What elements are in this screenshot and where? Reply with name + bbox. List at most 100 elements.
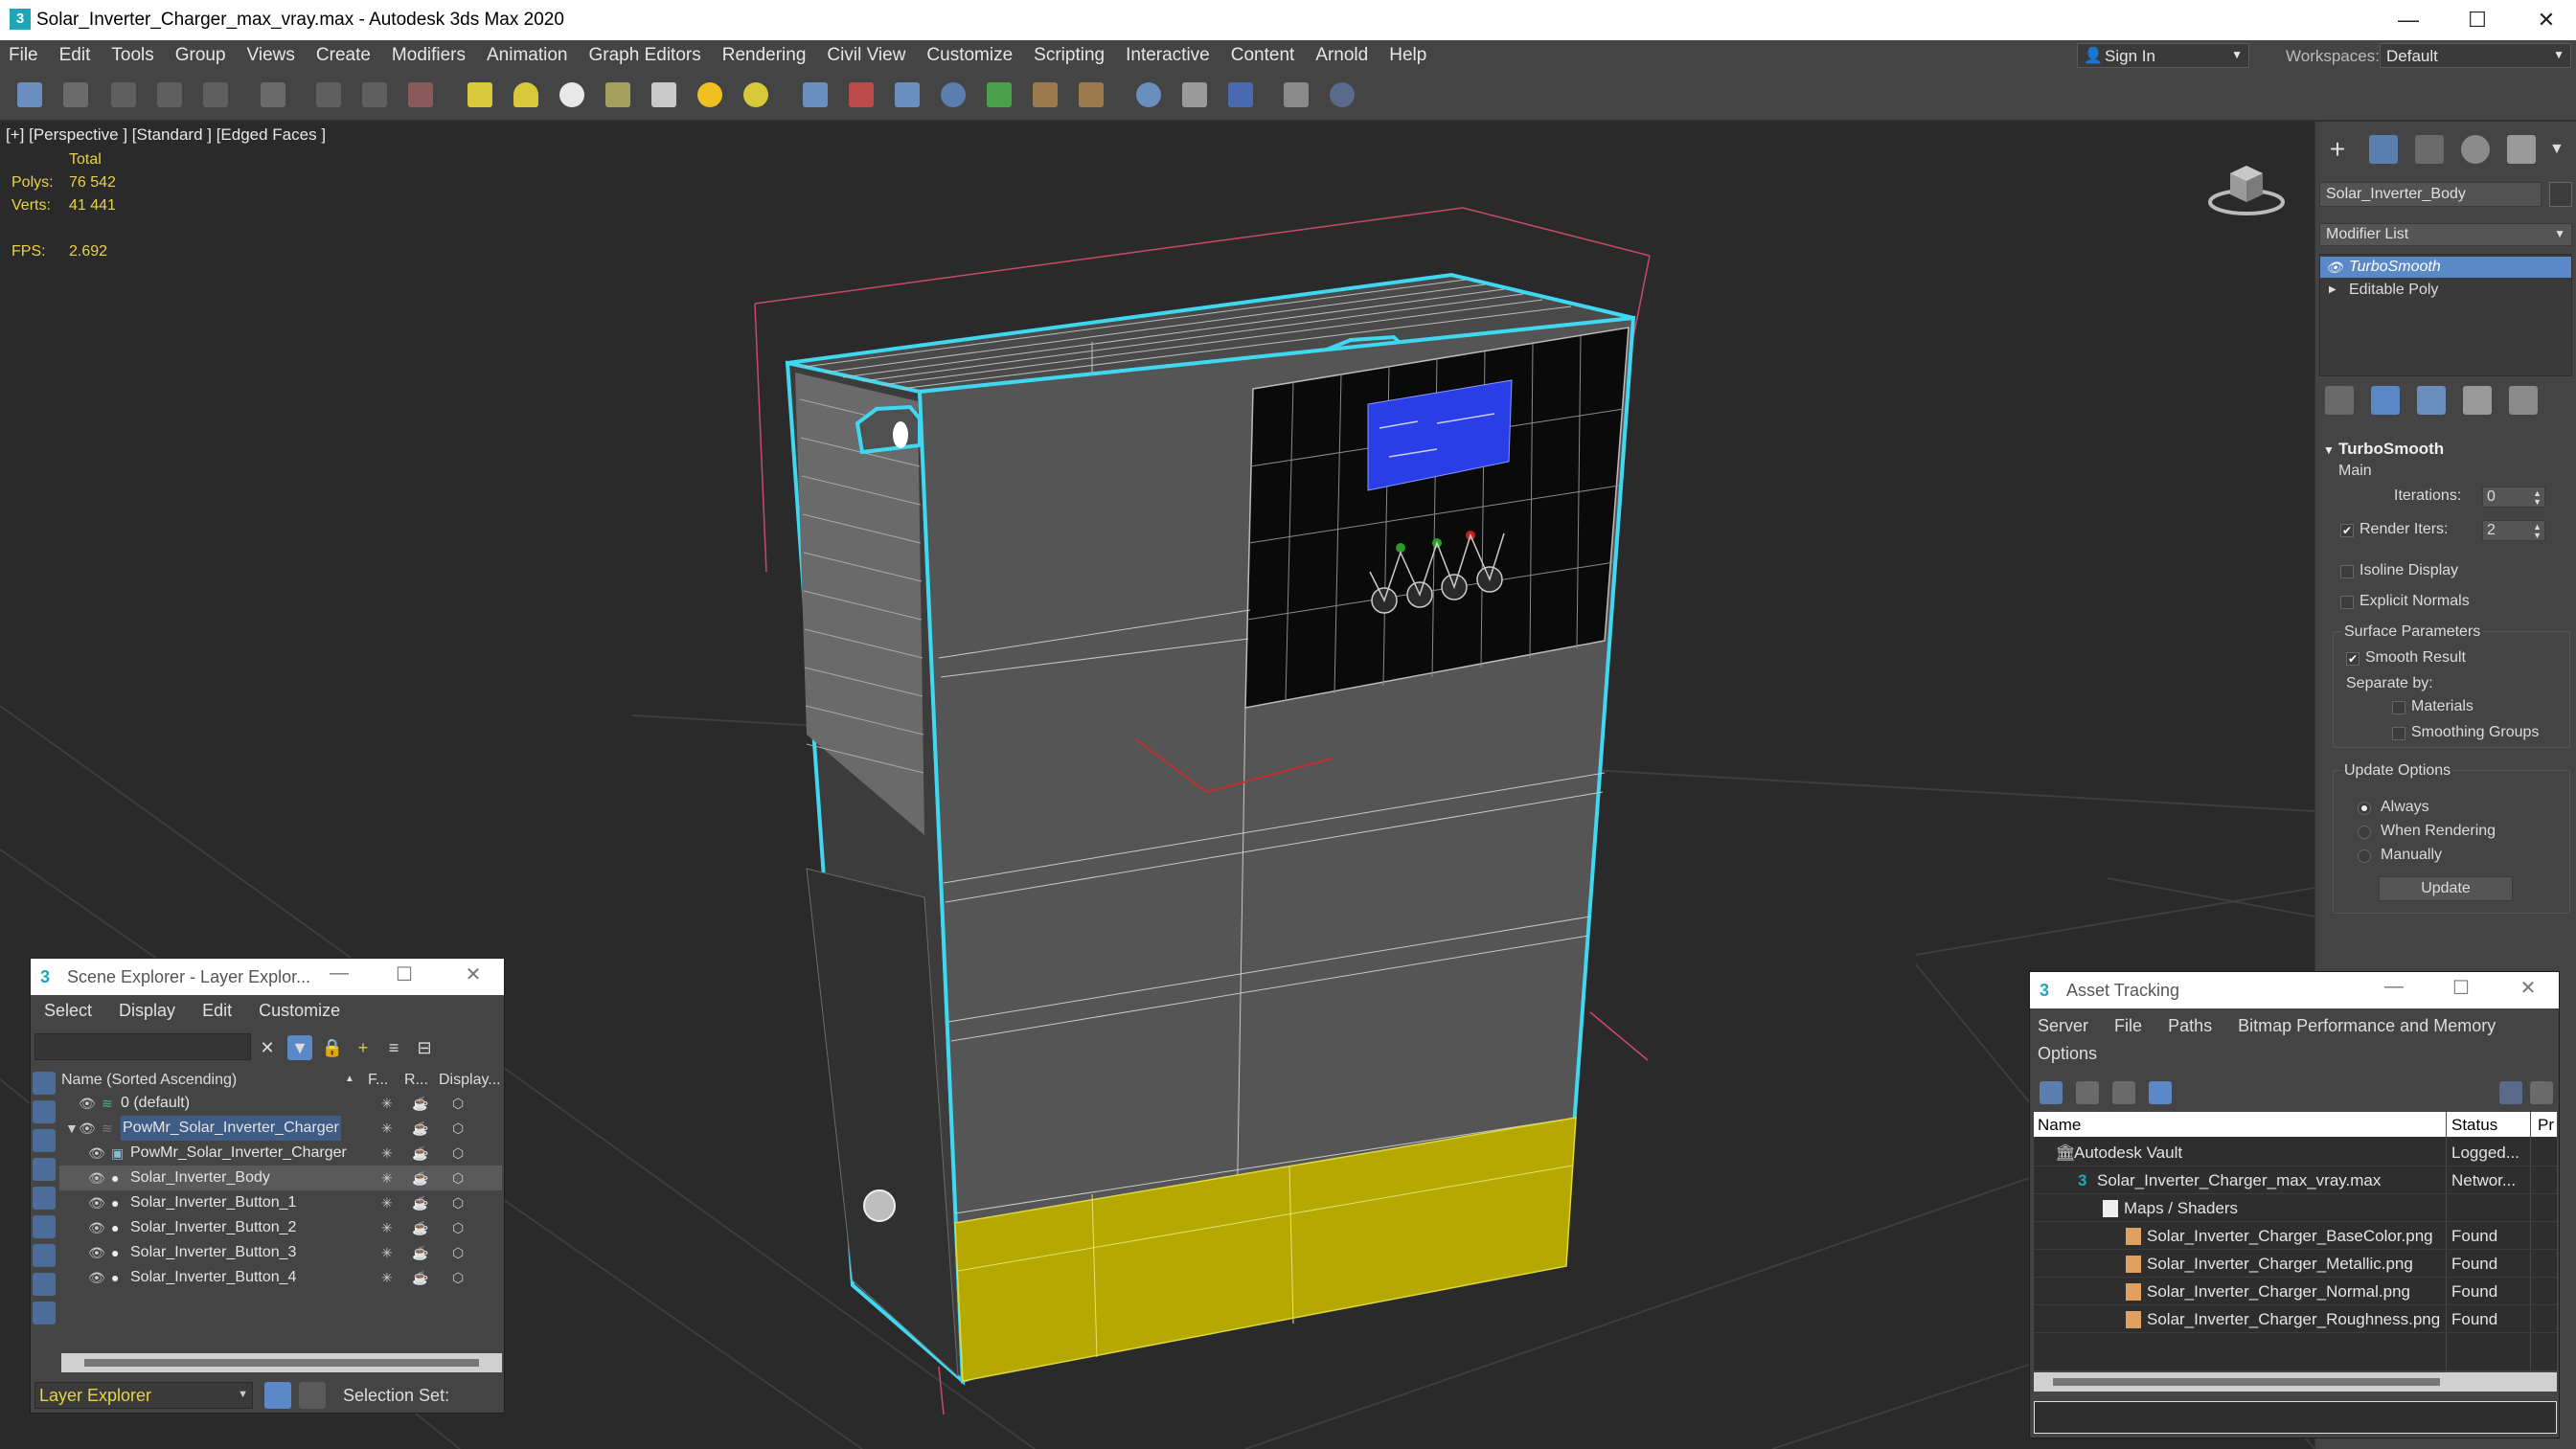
render-teapot-icon[interactable]: ☕	[412, 1265, 428, 1290]
torus-icon[interactable]	[605, 82, 630, 107]
select-scale-icon[interactable]	[408, 82, 433, 107]
eye-icon[interactable]: 👁	[88, 1166, 105, 1190]
close-button[interactable]: ✕	[456, 962, 490, 986]
menu-arnold[interactable]: Arnold	[1305, 45, 1379, 66]
display-box-icon[interactable]: ⬡	[452, 1116, 464, 1141]
render-teapot-icon[interactable]: ☕	[412, 1215, 428, 1240]
render-teapot-icon[interactable]: ☕	[412, 1141, 428, 1166]
eye-icon[interactable]: 👁	[88, 1141, 105, 1166]
asset-row[interactable]: Solar_Inverter_Charger_Roughness.png Fou…	[2034, 1305, 2557, 1333]
path-field[interactable]	[2034, 1401, 2557, 1434]
eye-icon[interactable]: 👁	[88, 1190, 105, 1215]
render-teapot-icon[interactable]: ☕	[412, 1166, 428, 1190]
object-row[interactable]: 👁 ● Solar_Inverter_Button_2 ✳ ☕ ⬡	[59, 1215, 502, 1240]
display-box-icon[interactable]: ⬡	[452, 1240, 464, 1265]
manage-layers-icon[interactable]	[1284, 82, 1309, 107]
menu-animation[interactable]: Animation	[476, 45, 579, 66]
render-teapot-icon[interactable]: ☕	[412, 1240, 428, 1265]
menu-edit[interactable]: Edit	[189, 1001, 245, 1021]
materials-checkbox[interactable]	[2392, 701, 2405, 714]
render-frame-icon[interactable]	[1033, 82, 1058, 107]
freeze-icon[interactable]: ✳	[381, 1215, 393, 1240]
workspace-select[interactable]: Default ▼	[2380, 43, 2571, 68]
spinner-arrows-icon[interactable]: ▲ ▼	[2533, 523, 2542, 540]
manually-radio[interactable]	[2358, 849, 2371, 863]
align-icon[interactable]	[895, 82, 920, 107]
expand-arrow-icon[interactable]: ▶	[2329, 280, 2337, 301]
freeze-icon[interactable]: ✳	[381, 1141, 393, 1166]
scrollbar-thumb[interactable]	[84, 1359, 479, 1367]
object-row[interactable]: 👁 ● Solar_Inverter_Button_3 ✳ ☕ ⬡	[59, 1240, 502, 1265]
environment-icon[interactable]	[1136, 82, 1161, 107]
spinner-arrows-icon[interactable]: ▲ ▼	[2533, 489, 2542, 507]
cone-icon[interactable]	[651, 82, 676, 107]
menu-rendering[interactable]: Rendering	[712, 45, 817, 66]
menu-tools[interactable]: Tools	[101, 45, 164, 66]
undo-icon[interactable]	[17, 82, 42, 107]
column-frozen[interactable]: F...	[368, 1072, 388, 1089]
always-radio[interactable]	[2358, 802, 2371, 815]
menu-graph-editors[interactable]: Graph Editors	[579, 45, 712, 66]
menu-customize[interactable]: Customize	[245, 1001, 353, 1021]
display-box-icon[interactable]: ⬡	[452, 1265, 464, 1290]
menu-help[interactable]: Help	[1379, 45, 1437, 66]
display-box-icon[interactable]: ⬡	[452, 1190, 464, 1215]
asset-tracking-titlebar[interactable]: 3 Asset Tracking — ☐ ✕	[2030, 972, 2559, 1008]
minimize-button[interactable]: —	[2377, 976, 2411, 998]
menu-server[interactable]: Server	[2038, 1016, 2088, 1035]
display-box-icon[interactable]: ⬡	[452, 1166, 464, 1190]
remove-modifier-icon[interactable]	[2463, 386, 2492, 415]
render-iters-spinner[interactable]: 2 ▲ ▼	[2482, 520, 2545, 541]
rollout-header[interactable]: ▼ TurboSmooth	[2319, 440, 2572, 463]
iterations-spinner[interactable]: 0 ▲ ▼	[2482, 487, 2545, 508]
column-status[interactable]: Status	[2451, 1116, 2497, 1135]
pin-stack-icon[interactable]	[2325, 386, 2354, 415]
display-bones-icon[interactable]	[33, 1302, 56, 1324]
layer-explorer-icon[interactable]	[264, 1382, 291, 1409]
hierarchy-icon[interactable]: ⊟	[412, 1035, 437, 1060]
light-icon[interactable]	[697, 82, 722, 107]
menu-interactive[interactable]: Interactive	[1115, 45, 1220, 66]
object-row[interactable]: 👁 ● Solar_Inverter_Body ✳ ☕ ⬡	[59, 1166, 502, 1190]
display-box-icon[interactable]: ⬡	[452, 1215, 464, 1240]
link-icon[interactable]	[111, 82, 136, 107]
eye-icon[interactable]: 👁	[88, 1265, 105, 1290]
explicit-normals-checkbox[interactable]	[2340, 596, 2354, 609]
column-display[interactable]: Display...	[439, 1072, 501, 1089]
column-renderable[interactable]: R...	[404, 1072, 428, 1089]
when-rendering-radio[interactable]	[2358, 826, 2371, 839]
menu-display[interactable]: Display	[105, 1001, 189, 1021]
menu-options[interactable]: Options	[2038, 1044, 2097, 1064]
sun-icon[interactable]	[743, 82, 768, 107]
horizontal-scrollbar[interactable]	[61, 1353, 502, 1372]
asset-row[interactable]: Solar_Inverter_Charger_Normal.png Found	[2034, 1278, 2557, 1305]
material-editor-icon[interactable]	[941, 82, 966, 107]
close-button[interactable]: ✕	[2511, 976, 2545, 1000]
display-box-icon[interactable]: ⬡	[452, 1091, 464, 1116]
smooth-result-checkbox[interactable]: ✔	[2346, 652, 2359, 666]
eye-icon[interactable]: 👁	[79, 1116, 96, 1141]
minimize-button[interactable]: —	[322, 962, 356, 985]
menu-create[interactable]: Create	[306, 45, 381, 66]
menu-file[interactable]: File	[2114, 1016, 2142, 1035]
render-setup-icon[interactable]	[987, 82, 1012, 107]
search-input[interactable]	[34, 1033, 251, 1060]
column-pr[interactable]: Pr	[2538, 1116, 2554, 1135]
stack-item-editable-poly[interactable]: ▶ Editable Poly	[2320, 280, 2571, 301]
minimize-button[interactable]: —	[2389, 6, 2428, 34]
vray-frame-buffer-icon[interactable]	[1228, 82, 1253, 107]
menu-select[interactable]: Select	[31, 1001, 105, 1021]
menu-customize[interactable]: Customize	[916, 45, 1023, 66]
menu-civil-view[interactable]: Civil View	[816, 45, 916, 66]
sphere-primitive-icon[interactable]	[513, 82, 538, 107]
eye-icon[interactable]: 👁	[88, 1240, 105, 1265]
freeze-icon[interactable]: ✳	[381, 1240, 393, 1265]
box-primitive-icon[interactable]	[467, 82, 492, 107]
freeze-icon[interactable]: ✳	[381, 1265, 393, 1290]
snap-icon[interactable]	[803, 82, 828, 107]
close-button[interactable]: ✕	[2527, 6, 2565, 34]
maximize-button[interactable]: ☐	[2444, 976, 2478, 1000]
hierarchy-explorer-icon[interactable]	[299, 1382, 326, 1409]
object-row[interactable]: 👁 ● Solar_Inverter_Button_1 ✳ ☕ ⬡	[59, 1190, 502, 1215]
horizontal-scrollbar[interactable]	[2034, 1372, 2557, 1392]
